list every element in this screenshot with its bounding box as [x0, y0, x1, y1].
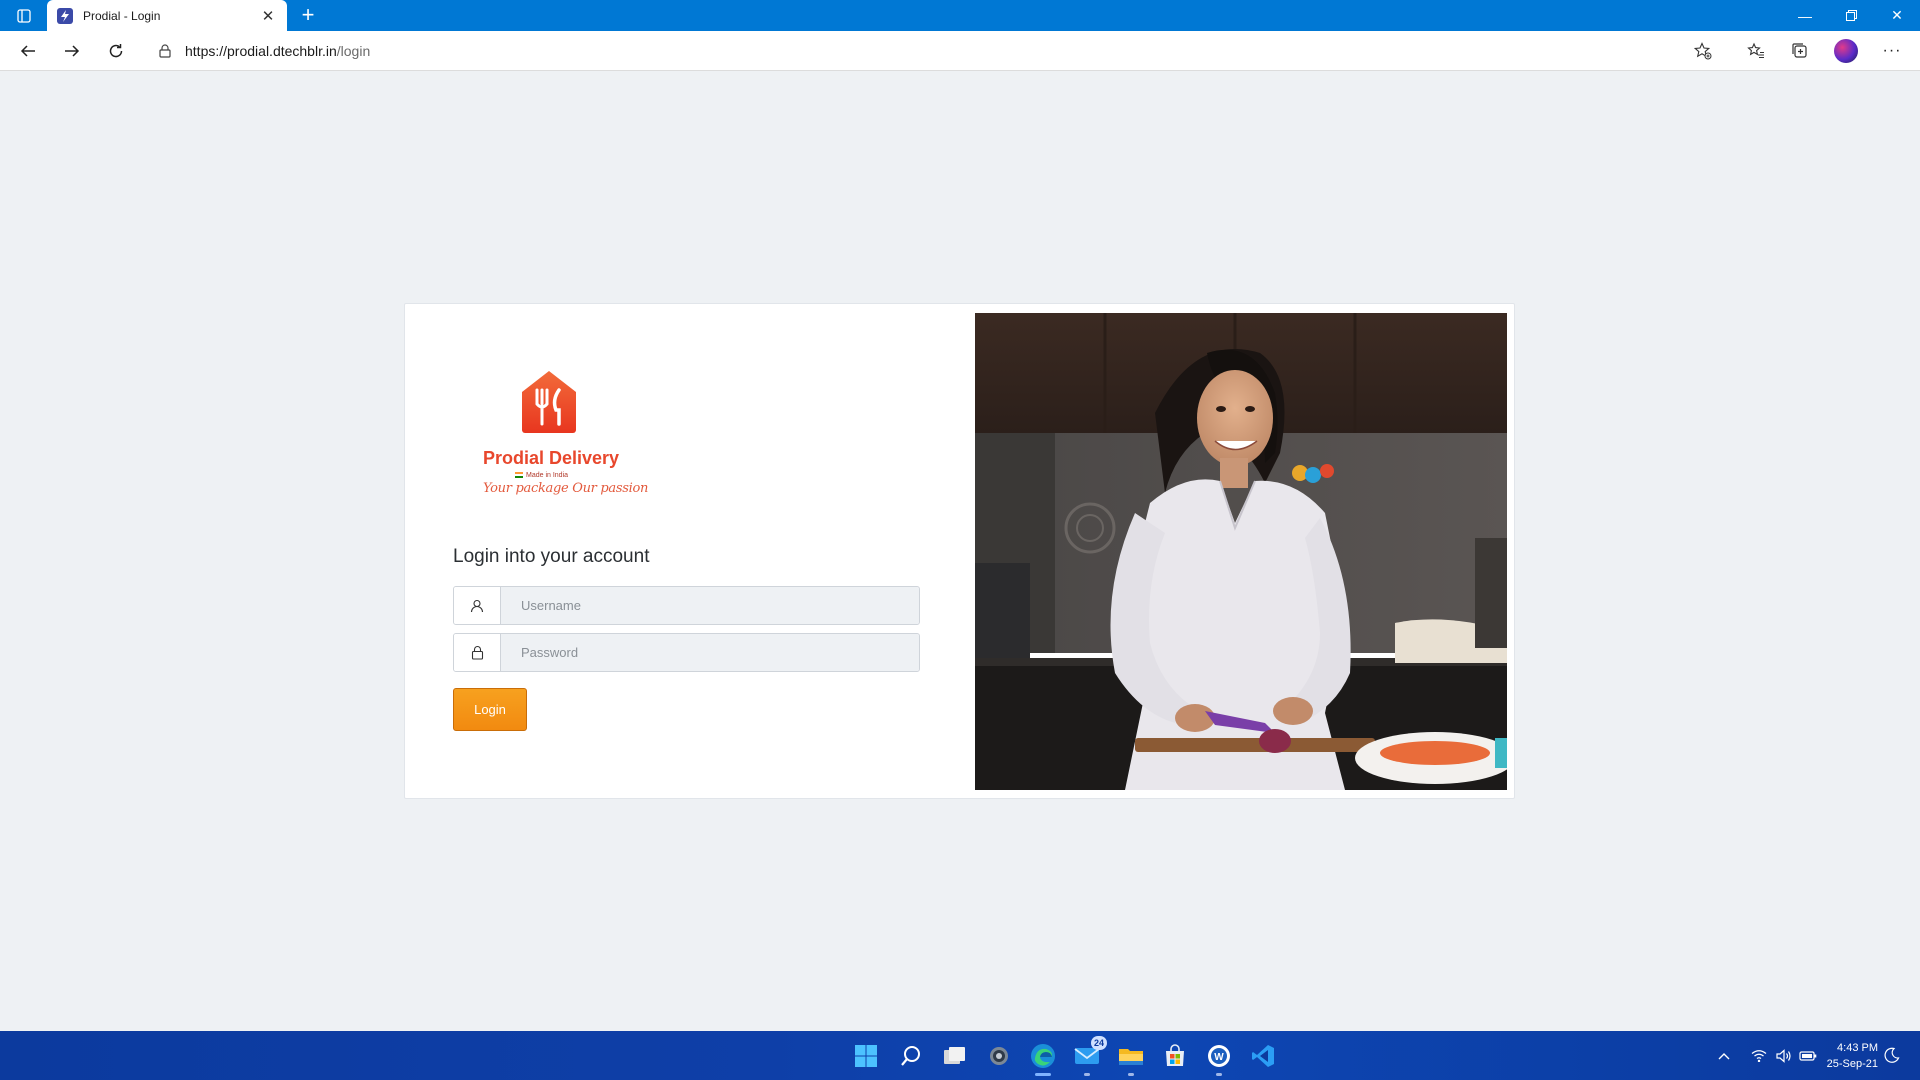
- word-pad-icon[interactable]: W: [1205, 1042, 1233, 1076]
- svg-text:W: W: [1214, 1052, 1224, 1063]
- notification-moon-icon[interactable]: [1880, 1043, 1904, 1067]
- clock-date: 25-Sep-21: [1826, 1058, 1878, 1070]
- made-in-text: Made in India: [526, 472, 569, 479]
- new-tab-button[interactable]: +: [296, 4, 320, 28]
- tab-title: Prodial - Login: [83, 8, 161, 23]
- refresh-icon[interactable]: [102, 37, 130, 65]
- user-icon: [454, 587, 501, 624]
- profile-avatar[interactable]: [1834, 39, 1858, 63]
- windows-start-icon[interactable]: [852, 1042, 880, 1070]
- close-window-icon[interactable]: ✕: [1874, 0, 1920, 31]
- tab-actions-icon[interactable]: [12, 6, 36, 26]
- url-host: https://prodial.dtechblr.in: [185, 42, 337, 59]
- fork-knife-house-icon: [522, 371, 576, 433]
- login-button[interactable]: Login: [453, 688, 527, 731]
- wifi-icon[interactable]: [1746, 1049, 1772, 1062]
- file-explorer-icon[interactable]: [1117, 1042, 1145, 1076]
- india-flag-icon: [515, 472, 523, 479]
- login-card: Prodial Delivery Made in India Your pack…: [404, 303, 1515, 799]
- more-options-icon[interactable]: ···: [1878, 37, 1906, 65]
- hero-photo: [975, 313, 1507, 790]
- window-controls: — ✕: [1782, 0, 1920, 31]
- mail-icon[interactable]: 24: [1073, 1036, 1107, 1076]
- search-icon[interactable]: [897, 1042, 925, 1070]
- username-group: [453, 586, 920, 625]
- login-heading: Login into your account: [453, 546, 650, 567]
- running-app-indicator: [1216, 1073, 1222, 1076]
- active-app-indicator: [1035, 1073, 1051, 1076]
- brand-name: Prodial Delivery: [483, 448, 620, 468]
- edge-browser-icon[interactable]: [1029, 1042, 1057, 1076]
- password-input[interactable]: [501, 634, 919, 671]
- restore-icon[interactable]: [1828, 0, 1874, 31]
- back-arrow-icon[interactable]: [14, 37, 42, 65]
- windows-taskbar: 24 W 4:43 PM 25-Sep-21: [0, 1031, 1920, 1080]
- url-path: /login: [336, 42, 371, 59]
- store-icon[interactable]: [1161, 1042, 1189, 1070]
- minimize-icon[interactable]: —: [1782, 0, 1828, 31]
- settings-gear-icon[interactable]: [985, 1042, 1013, 1070]
- made-in-label: Made in India: [515, 472, 568, 479]
- favorites-icon[interactable]: [1742, 37, 1770, 65]
- lock-icon[interactable]: [159, 43, 173, 58]
- vscode-icon[interactable]: [1249, 1042, 1277, 1070]
- browser-tab-bar: Prodial - Login ✕ + — ✕: [0, 0, 1920, 31]
- lock-icon: [454, 634, 501, 671]
- url-text[interactable]: https://prodial.dtechblr.in/login: [185, 43, 370, 59]
- address-bar[interactable]: https://prodial.dtechblr.in/login: [145, 35, 1727, 66]
- clock-time: 4:43 PM: [1837, 1042, 1878, 1054]
- chevron-up-icon[interactable]: [1712, 1052, 1736, 1060]
- task-view-icon[interactable]: [941, 1042, 969, 1070]
- volume-icon[interactable]: [1772, 1048, 1796, 1063]
- running-app-indicator: [1128, 1073, 1134, 1076]
- brand-logo: Prodial Delivery Made in India Your pack…: [475, 370, 648, 506]
- brand-tagline: Your package Our passion: [483, 481, 649, 496]
- username-input[interactable]: [501, 587, 919, 624]
- add-favorite-icon[interactable]: [1693, 41, 1713, 61]
- taskbar-clock[interactable]: 4:43 PM 25-Sep-21: [1818, 1040, 1878, 1072]
- collections-icon[interactable]: [1786, 37, 1814, 65]
- password-group: [453, 633, 920, 672]
- browser-tab-active[interactable]: Prodial - Login ✕: [47, 0, 287, 31]
- mail-count-badge: 24: [1090, 1036, 1107, 1050]
- system-tray: [1712, 1031, 1820, 1080]
- battery-icon[interactable]: [1796, 1050, 1820, 1062]
- browser-toolbar: https://prodial.dtechblr.in/login ···: [0, 31, 1920, 71]
- forward-arrow-icon[interactable]: [58, 37, 86, 65]
- close-tab-icon[interactable]: ✕: [259, 7, 277, 25]
- running-app-indicator: [1084, 1073, 1090, 1076]
- prodial-favicon-icon: [57, 7, 73, 24]
